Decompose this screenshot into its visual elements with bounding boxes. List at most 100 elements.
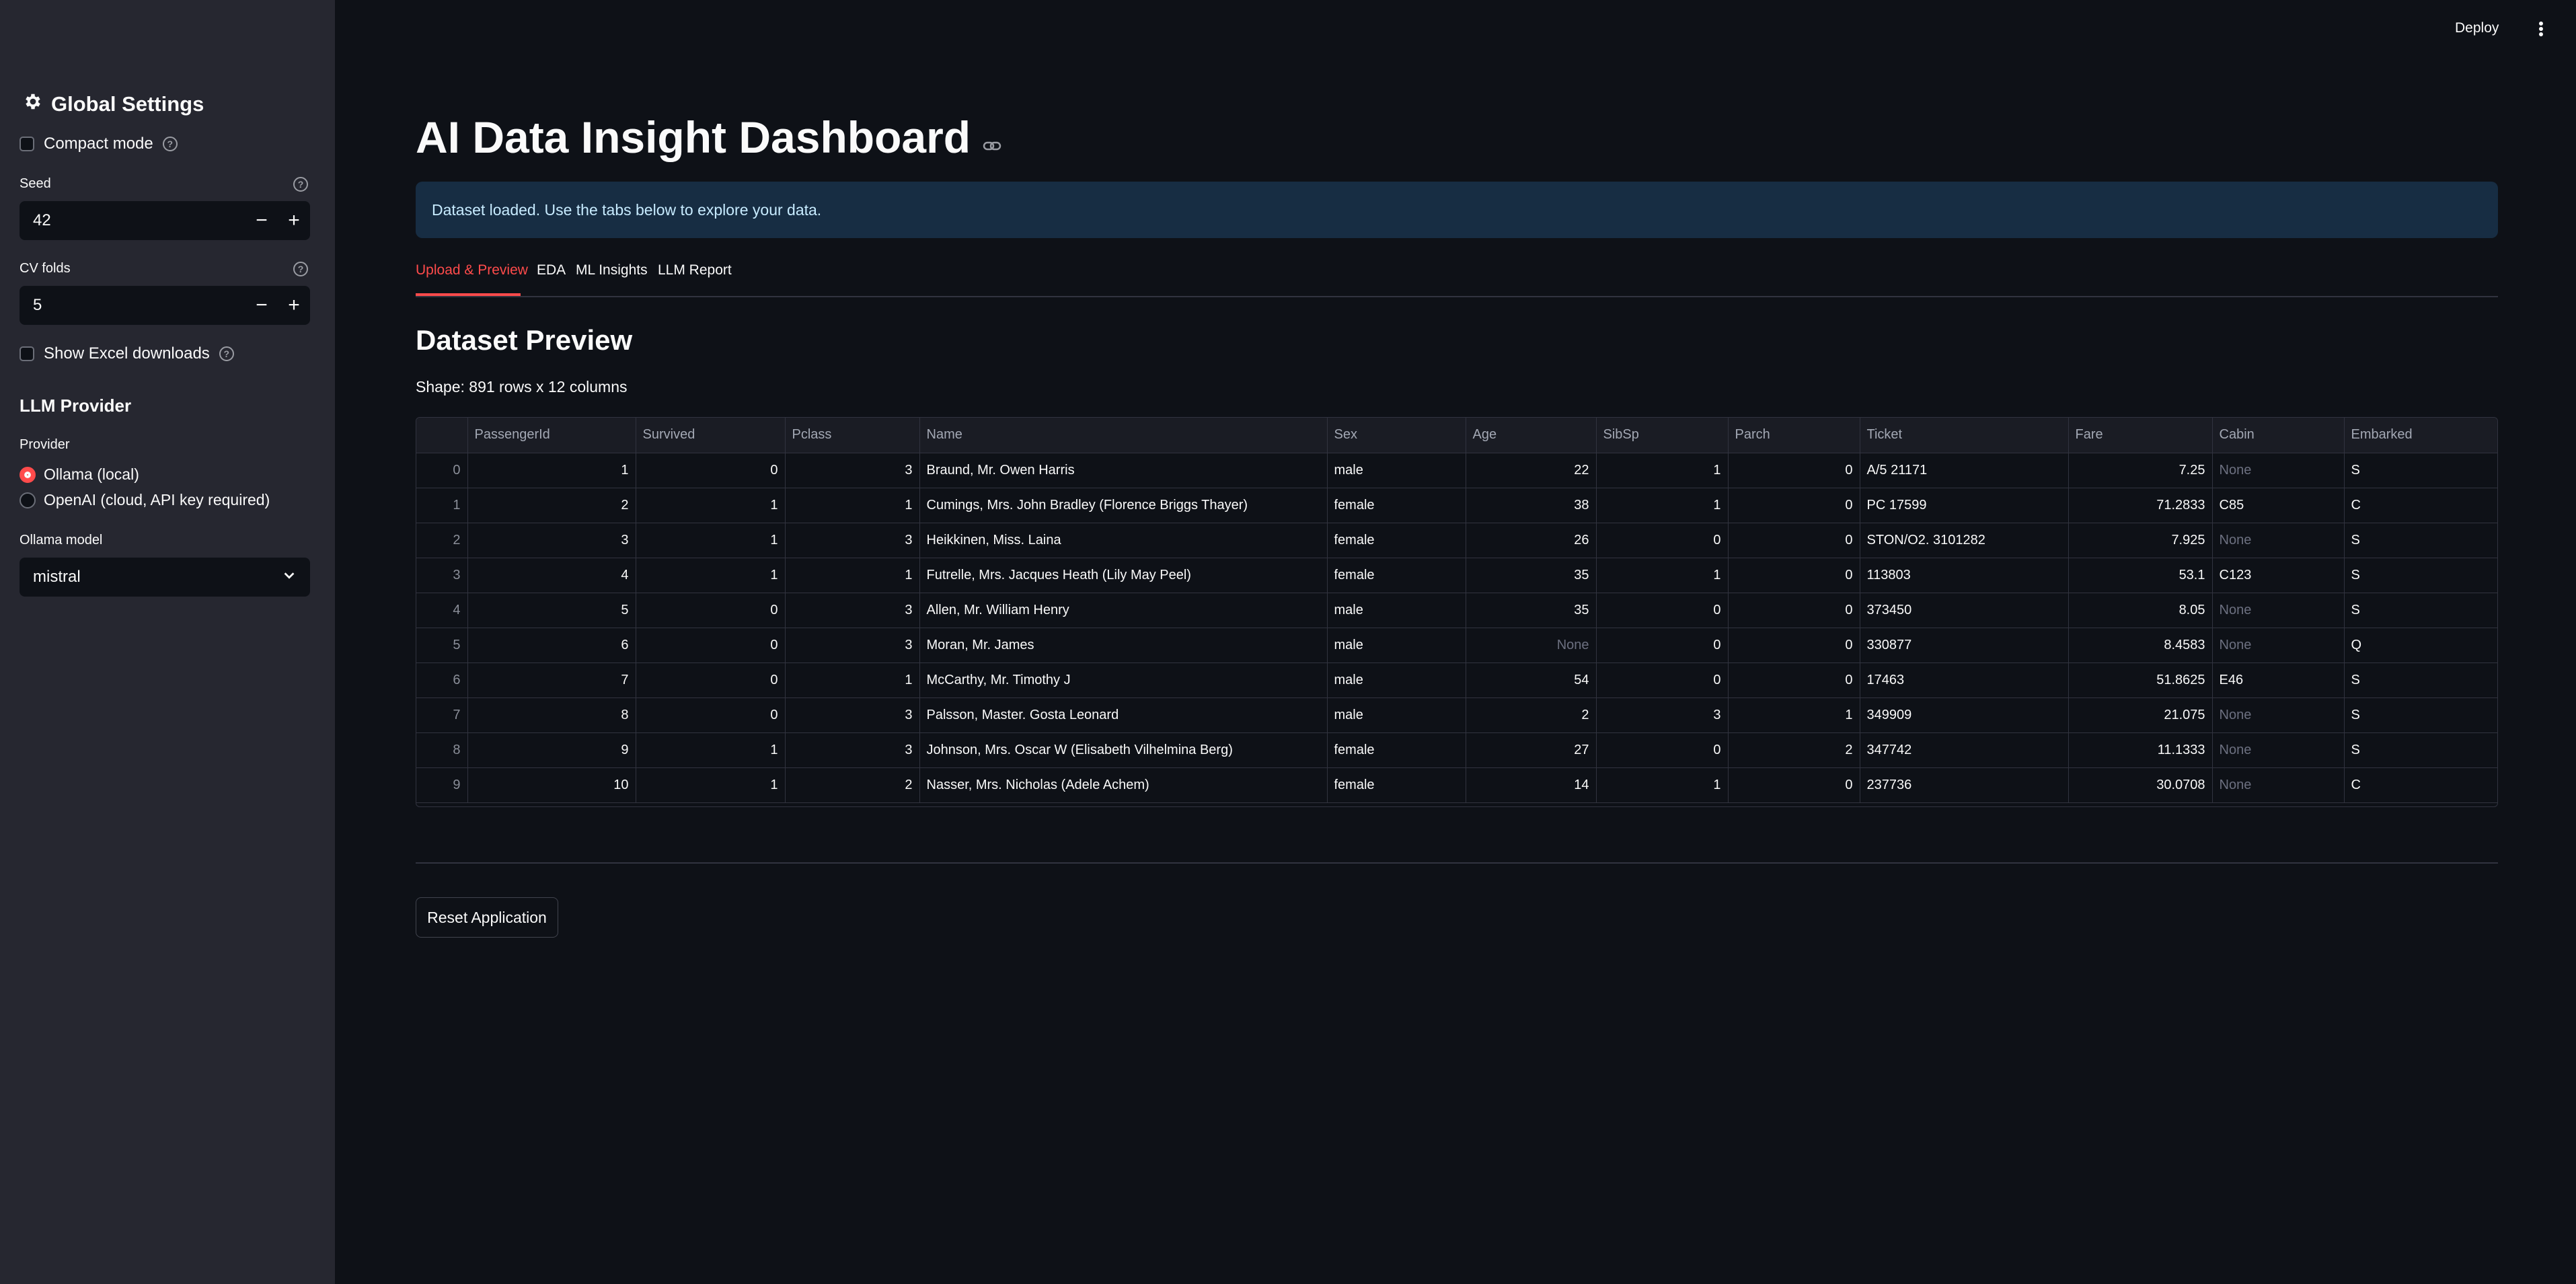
table-cell[interactable]: 1 <box>636 488 786 523</box>
table-cell[interactable]: 7 <box>467 663 636 698</box>
table-cell[interactable]: 113803 <box>1860 558 2069 593</box>
cv-folds-decrement-button[interactable]: − <box>245 286 278 325</box>
table-cell[interactable]: 1 <box>636 767 786 803</box>
table-cell[interactable]: McCarthy, Mr. Timothy J <box>919 663 1328 698</box>
show-excel-box[interactable] <box>20 346 34 361</box>
table-cell[interactable]: 3 <box>785 453 920 488</box>
table-cell[interactable]: 3 <box>785 593 920 628</box>
table-cell[interactable]: A/5 21171 <box>1860 453 2069 488</box>
table-cell[interactable]: C85 <box>2212 488 2345 523</box>
table-cell[interactable]: 14 <box>1466 767 1597 803</box>
table-cell[interactable]: male <box>1327 628 1466 663</box>
compact-mode-box[interactable] <box>20 137 34 151</box>
table-cell[interactable]: E46 <box>2212 663 2345 698</box>
table-row[interactable]: 0 1 0 3 Braund, Mr. Owen Harris male 22 1 0 A/5 2… <box>416 453 2497 488</box>
table-cell[interactable]: 9 <box>467 732 636 768</box>
provider-option-ollama[interactable]: Ollama (local) <box>20 465 139 484</box>
table-cell[interactable]: 0 <box>636 697 786 733</box>
table-cell[interactable]: 0 <box>636 453 786 488</box>
table-cell[interactable]: Moran, Mr. James <box>919 628 1328 663</box>
table-cell[interactable]: 0 <box>636 628 786 663</box>
table-cell[interactable]: None <box>2212 732 2345 768</box>
table-cell[interactable]: male <box>1327 453 1466 488</box>
cv-folds-input[interactable]: 5 − + <box>20 286 310 325</box>
table-cell[interactable]: 54 <box>1466 663 1597 698</box>
help-icon[interactable]: ? <box>219 346 234 361</box>
table-cell[interactable]: 349909 <box>1860 697 2069 733</box>
table-cell[interactable]: 0 <box>1728 558 1860 593</box>
column-header[interactable]: PassengerId <box>467 418 636 453</box>
table-cell[interactable]: 1 <box>1728 697 1860 733</box>
table-cell[interactable]: S <box>2344 732 2497 768</box>
table-cell[interactable]: 237736 <box>1860 767 2069 803</box>
table-cell[interactable]: 30.0708 <box>2068 767 2213 803</box>
table-cell[interactable]: male <box>1327 663 1466 698</box>
table-cell[interactable]: 8.4583 <box>2068 628 2213 663</box>
column-header[interactable]: Survived <box>636 418 786 453</box>
table-cell[interactable]: 35 <box>1466 593 1597 628</box>
table-cell[interactable]: 3 <box>1596 697 1729 733</box>
table-cell[interactable]: C <box>2344 488 2497 523</box>
table-cell[interactable]: 0 <box>1596 663 1729 698</box>
row-index[interactable]: 3 <box>416 558 468 593</box>
table-cell[interactable]: 330877 <box>1860 628 2069 663</box>
seed-decrement-button[interactable]: − <box>245 201 278 240</box>
table-cell[interactable]: 1 <box>785 488 920 523</box>
table-cell[interactable]: None <box>2212 453 2345 488</box>
row-index[interactable]: 9 <box>416 767 468 803</box>
table-row[interactable]: 3 4 1 1 Futrelle, Mrs. Jacques Heath (Lily M… <box>416 558 2497 593</box>
table-cell[interactable]: C <box>2344 767 2497 803</box>
table-cell[interactable]: 3 <box>785 732 920 768</box>
table-cell[interactable]: None <box>2212 767 2345 803</box>
seed-help-icon[interactable]: ? <box>293 177 308 192</box>
reset-application-button[interactable]: Reset Application <box>416 897 558 938</box>
cv-folds-value[interactable]: 5 <box>33 296 245 315</box>
row-index[interactable]: 0 <box>416 453 468 488</box>
table-cell[interactable]: 35 <box>1466 558 1597 593</box>
column-header[interactable]: Cabin <box>2212 418 2345 453</box>
table-cell[interactable]: 5 <box>467 593 636 628</box>
table-cell[interactable]: 51.8625 <box>2068 663 2213 698</box>
table-cell[interactable]: 4 <box>467 558 636 593</box>
table-cell[interactable]: 0 <box>1728 767 1860 803</box>
row-index[interactable]: 1 <box>416 488 468 523</box>
table-cell[interactable]: S <box>2344 558 2497 593</box>
table-cell[interactable]: 22 <box>1466 453 1597 488</box>
table-cell[interactable]: S <box>2344 453 2497 488</box>
table-cell[interactable]: 1 <box>1596 767 1729 803</box>
table-cell[interactable]: 1 <box>1596 558 1729 593</box>
table-cell[interactable]: 0 <box>1728 628 1860 663</box>
table-cell[interactable]: Palsson, Master. Gosta Leonard <box>919 697 1328 733</box>
table-cell[interactable]: male <box>1327 697 1466 733</box>
table-row[interactable]: 1 2 1 1 Cumings, Mrs. John Bradley (Florence… <box>416 488 2497 523</box>
table-cell[interactable]: S <box>2344 593 2497 628</box>
show-excel-checkbox[interactable]: Show Excel downloads ? <box>20 344 234 363</box>
table-cell[interactable]: 0 <box>1596 593 1729 628</box>
row-index[interactable]: 6 <box>416 663 468 698</box>
table-cell[interactable]: female <box>1327 732 1466 768</box>
table-cell[interactable]: 8 <box>467 697 636 733</box>
table-cell[interactable]: Nasser, Mrs. Nicholas (Adele Achem) <box>919 767 1328 803</box>
table-cell[interactable]: 3 <box>785 697 920 733</box>
table-cell[interactable]: female <box>1327 767 1466 803</box>
table-cell[interactable]: 0 <box>1728 663 1860 698</box>
table-cell[interactable]: 3 <box>785 523 920 558</box>
seed-input[interactable]: 42 − + <box>20 201 310 240</box>
seed-increment-button[interactable]: + <box>278 201 310 240</box>
table-cell[interactable]: 0 <box>636 663 786 698</box>
column-header[interactable] <box>416 418 468 453</box>
data-table[interactable]: PassengerId Survived Pclass Name Sex Age… <box>416 417 2498 807</box>
table-cell[interactable]: 0 <box>1728 488 1860 523</box>
tab-upload-preview[interactable]: Upload & Preview <box>416 262 528 278</box>
table-cell[interactable]: None <box>2212 593 2345 628</box>
table-cell[interactable]: 7.25 <box>2068 453 2213 488</box>
table-cell[interactable]: 0 <box>1596 628 1729 663</box>
table-cell[interactable]: 1 <box>785 663 920 698</box>
table-cell[interactable]: None <box>2212 523 2345 558</box>
tab-eda[interactable]: EDA <box>537 262 566 278</box>
table-cell[interactable]: 38 <box>1466 488 1597 523</box>
column-header[interactable]: Pclass <box>785 418 920 453</box>
table-cell[interactable]: Heikkinen, Miss. Laina <box>919 523 1328 558</box>
provider-option-openai[interactable]: OpenAI (cloud, API key required) <box>20 491 270 509</box>
table-cell[interactable]: 2 <box>785 767 920 803</box>
